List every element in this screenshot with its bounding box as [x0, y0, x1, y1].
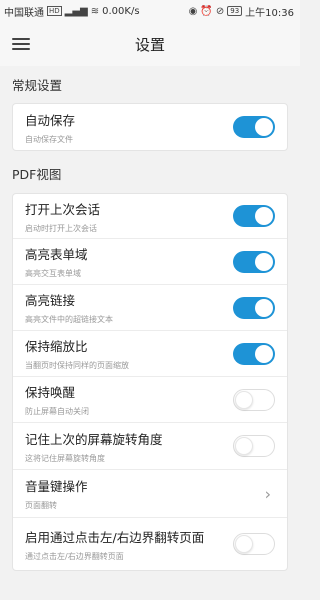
- hd-icon: HD: [47, 6, 62, 16]
- highlight-form-fields-toggle[interactable]: [233, 250, 275, 273]
- clock: 上午10:36: [245, 7, 294, 19]
- pdf-view-card: 打开上次会话 启动时打开上次会话 高亮表单域 高亮交互表单域 高亮链接 高亮文件…: [12, 193, 288, 571]
- toggle-knob: [235, 437, 253, 455]
- setting-highlight-links[interactable]: 高亮链接 高亮文件中的超链接文本: [13, 285, 287, 331]
- mute-icon: ⊘: [215, 5, 225, 17]
- section-title-pdf-view: PDF视图: [12, 167, 62, 182]
- battery-icon: 93: [227, 6, 243, 16]
- toggle-knob: [235, 535, 253, 553]
- keep-awake-toggle[interactable]: [233, 388, 275, 411]
- keep-zoom-toggle[interactable]: [233, 342, 275, 365]
- general-settings-card: 自动保存 自动保存文件: [12, 103, 288, 151]
- auto-save-toggle[interactable]: [233, 116, 275, 138]
- section-title-general: 常规设置: [12, 78, 63, 93]
- settings-content: 常规设置 自动保存 自动保存文件 PDF视图 打开上次会话 启动时打开上次会话 …: [0, 75, 300, 571]
- page-title: 设置: [134, 36, 165, 54]
- chevron-right-icon: ›: [264, 484, 271, 503]
- signal-icon: ▂▄▆: [64, 5, 88, 17]
- alarm-icon: ⏰: [200, 5, 213, 17]
- toggle-knob: [255, 207, 273, 225]
- highlight-links-toggle[interactable]: [233, 296, 275, 319]
- network-speed: 0.00K/s: [102, 5, 140, 17]
- eye-icon: ◉: [188, 5, 198, 17]
- setting-highlight-form-fields[interactable]: 高亮表单域 高亮交互表单域: [13, 239, 287, 285]
- toggle-knob: [255, 298, 273, 317]
- setting-auto-save[interactable]: 自动保存 自动保存文件: [13, 104, 287, 150]
- setting-open-last-session[interactable]: 打开上次会话 启动时打开上次会话: [13, 194, 287, 239]
- open-last-session-toggle[interactable]: [233, 205, 275, 227]
- carrier-label: 中国联通: [4, 7, 44, 19]
- setting-volume-key-action[interactable]: 音量键操作 页面翻转 ›: [13, 470, 287, 518]
- toggle-knob: [255, 118, 273, 136]
- toggle-knob: [255, 252, 273, 271]
- status-bar: 中国联通 HD ▂▄▆ ≋ 0.00K/s ◉ ⏰ ⊘ 93 上午10:36: [0, 0, 300, 22]
- app-bar: 设置: [0, 22, 300, 66]
- tap-edge-turn-page-toggle[interactable]: [233, 533, 275, 555]
- setting-remember-rotation[interactable]: 记住上次的屏幕旋转角度 这将记住屏幕旋转角度: [13, 423, 287, 470]
- toggle-knob: [235, 390, 253, 409]
- remember-rotation-toggle[interactable]: [233, 435, 275, 457]
- wifi-icon: ≋: [90, 5, 100, 17]
- setting-tap-edge-turn-page[interactable]: 启用通过点击左/右边界翻转页面 通过点击左/右边界翻转页面: [13, 518, 287, 570]
- toggle-knob: [255, 344, 273, 363]
- setting-keep-awake[interactable]: 保持唤醒 防止屏幕自动关闭: [13, 377, 287, 423]
- setting-keep-zoom[interactable]: 保持缩放比 当翻页时保持同样的页面缩放: [13, 331, 287, 377]
- setting-title: 音量键操作: [25, 479, 88, 494]
- setting-subtitle: 页面翻转: [25, 501, 57, 510]
